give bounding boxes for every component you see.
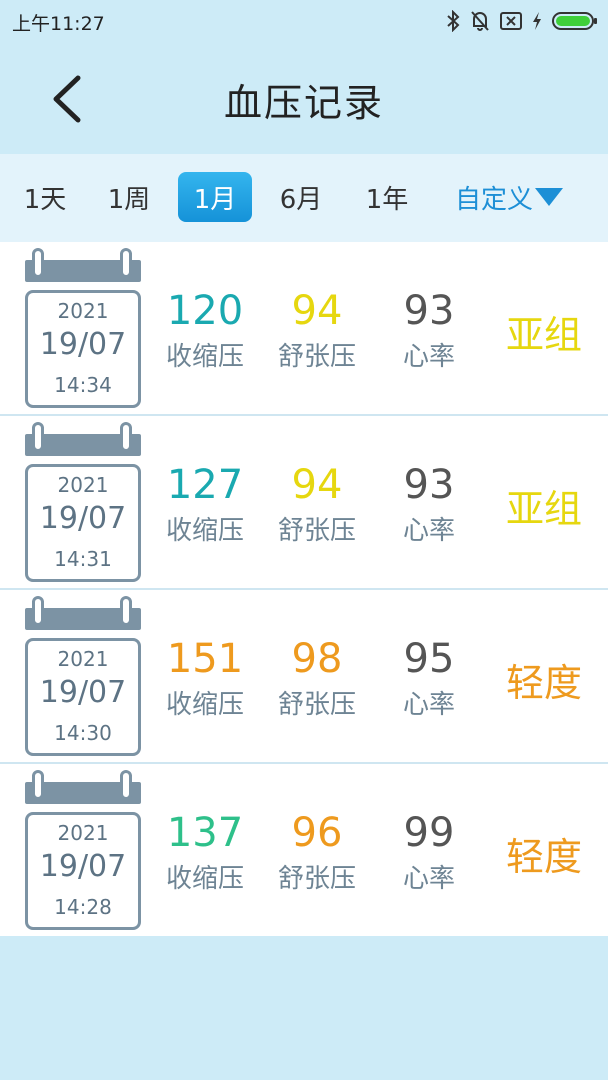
systolic-metric: 151 收缩压 [150, 634, 260, 722]
dropdown-triangle-icon [535, 188, 564, 206]
diastolic-value: 98 [291, 636, 343, 682]
status-icons [446, 9, 598, 33]
heart-rate-label: 心率 [402, 690, 455, 720]
heart-rate-metric: 93 心率 [374, 460, 484, 548]
mute-bell-icon [471, 11, 489, 31]
calendar-icon: 2021 19/07 14:30 [22, 596, 144, 758]
record-row[interactable]: 2021 19/07 14:34 120 收缩压 94 舒张压 93 心率 亚组 [0, 242, 608, 416]
custom-range-label: 自定义 [455, 184, 534, 215]
charging-icon [533, 12, 541, 30]
heart-rate-value: 93 [403, 288, 455, 334]
record-row[interactable]: 2021 19/07 14:31 127 收缩压 94 舒张压 93 心率 亚组 [0, 416, 608, 590]
diastolic-metric: 94 舒张压 [262, 460, 372, 548]
calendar-icon: 2021 19/07 14:28 [22, 770, 144, 932]
systolic-label: 收缩压 [165, 690, 244, 720]
record-year: 2021 [57, 473, 109, 497]
record-row[interactable]: 2021 19/07 14:30 151 收缩压 98 舒张压 95 心率 轻度 [0, 590, 608, 764]
record-date: 19/07 [39, 327, 127, 362]
systolic-metric: 137 收缩压 [150, 808, 260, 896]
record-year: 2021 [57, 299, 109, 323]
heart-rate-metric: 93 心率 [374, 286, 484, 374]
record-time: 14:34 [54, 373, 112, 397]
status-time: 上午11:27 [12, 13, 105, 35]
diastolic-metric: 98 舒张压 [262, 634, 372, 722]
systolic-metric: 120 收缩压 [150, 286, 260, 374]
bp-level-badge: 亚组 [505, 313, 582, 357]
record-year: 2021 [57, 821, 109, 845]
diastolic-value: 94 [291, 288, 343, 334]
diastolic-metric: 96 舒张压 [262, 808, 372, 896]
systolic-metric: 127 收缩压 [150, 460, 260, 548]
diastolic-label: 舒张压 [277, 516, 356, 546]
diastolic-label: 舒张压 [277, 342, 356, 372]
record-time: 14:30 [54, 721, 112, 745]
page-title: 血压记录 [223, 81, 384, 125]
record-date: 19/07 [39, 501, 127, 536]
bp-level-badge: 亚组 [505, 487, 582, 531]
heart-rate-label: 心率 [402, 342, 455, 372]
tab-1-week[interactable]: 1周 [94, 172, 164, 222]
tab-6-months[interactable]: 6月 [266, 172, 336, 222]
calendar-icon: 2021 19/07 14:34 [22, 248, 144, 410]
heart-rate-label: 心率 [402, 864, 455, 894]
systolic-label: 收缩压 [165, 864, 244, 894]
diastolic-value: 96 [291, 810, 343, 856]
bluetooth-icon [447, 10, 460, 32]
diastolic-metric: 94 舒张压 [262, 286, 372, 374]
record-year: 2021 [57, 647, 109, 671]
heart-rate-value: 99 [403, 810, 455, 856]
status-bar: 上午11:27 [0, 0, 608, 44]
calendar-icon: 2021 19/07 14:31 [22, 422, 144, 584]
systolic-value: 127 [166, 462, 244, 508]
systolic-value: 137 [166, 810, 244, 856]
time-filter-bar: 1天 1周 1月 6月 1年 自定义 [0, 154, 608, 242]
systolic-label: 收缩压 [165, 516, 244, 546]
bp-level-badge: 轻度 [505, 835, 582, 879]
tab-1-day[interactable]: 1天 [10, 172, 80, 222]
header: 血压记录 [0, 44, 608, 154]
record-time: 14:28 [54, 895, 112, 919]
diastolic-label: 舒张压 [277, 864, 356, 894]
heart-rate-label: 心率 [402, 516, 455, 546]
diastolic-label: 舒张压 [277, 690, 356, 720]
systolic-label: 收缩压 [165, 342, 244, 372]
battery-icon [552, 12, 597, 30]
systolic-value: 120 [166, 288, 244, 334]
heart-rate-metric: 95 心率 [374, 634, 484, 722]
tab-1-year[interactable]: 1年 [352, 172, 422, 222]
heart-rate-metric: 99 心率 [374, 808, 484, 896]
record-date: 19/07 [39, 675, 127, 710]
record-date: 19/07 [39, 849, 127, 884]
bp-level-badge: 轻度 [505, 661, 582, 705]
tab-1-month[interactable]: 1月 [178, 172, 252, 222]
record-row[interactable]: 2021 19/07 14:28 137 收缩压 96 舒张压 99 心率 轻度 [0, 764, 608, 936]
record-time: 14:31 [54, 547, 112, 571]
custom-range-dropdown[interactable]: 自定义 [455, 172, 564, 222]
heart-rate-value: 93 [403, 462, 455, 508]
diastolic-value: 94 [291, 462, 343, 508]
heart-rate-value: 95 [403, 636, 455, 682]
record-list: 2021 19/07 14:34 120 收缩压 94 舒张压 93 心率 亚组… [0, 242, 608, 936]
systolic-value: 151 [166, 636, 244, 682]
sim-x-icon [500, 12, 522, 30]
